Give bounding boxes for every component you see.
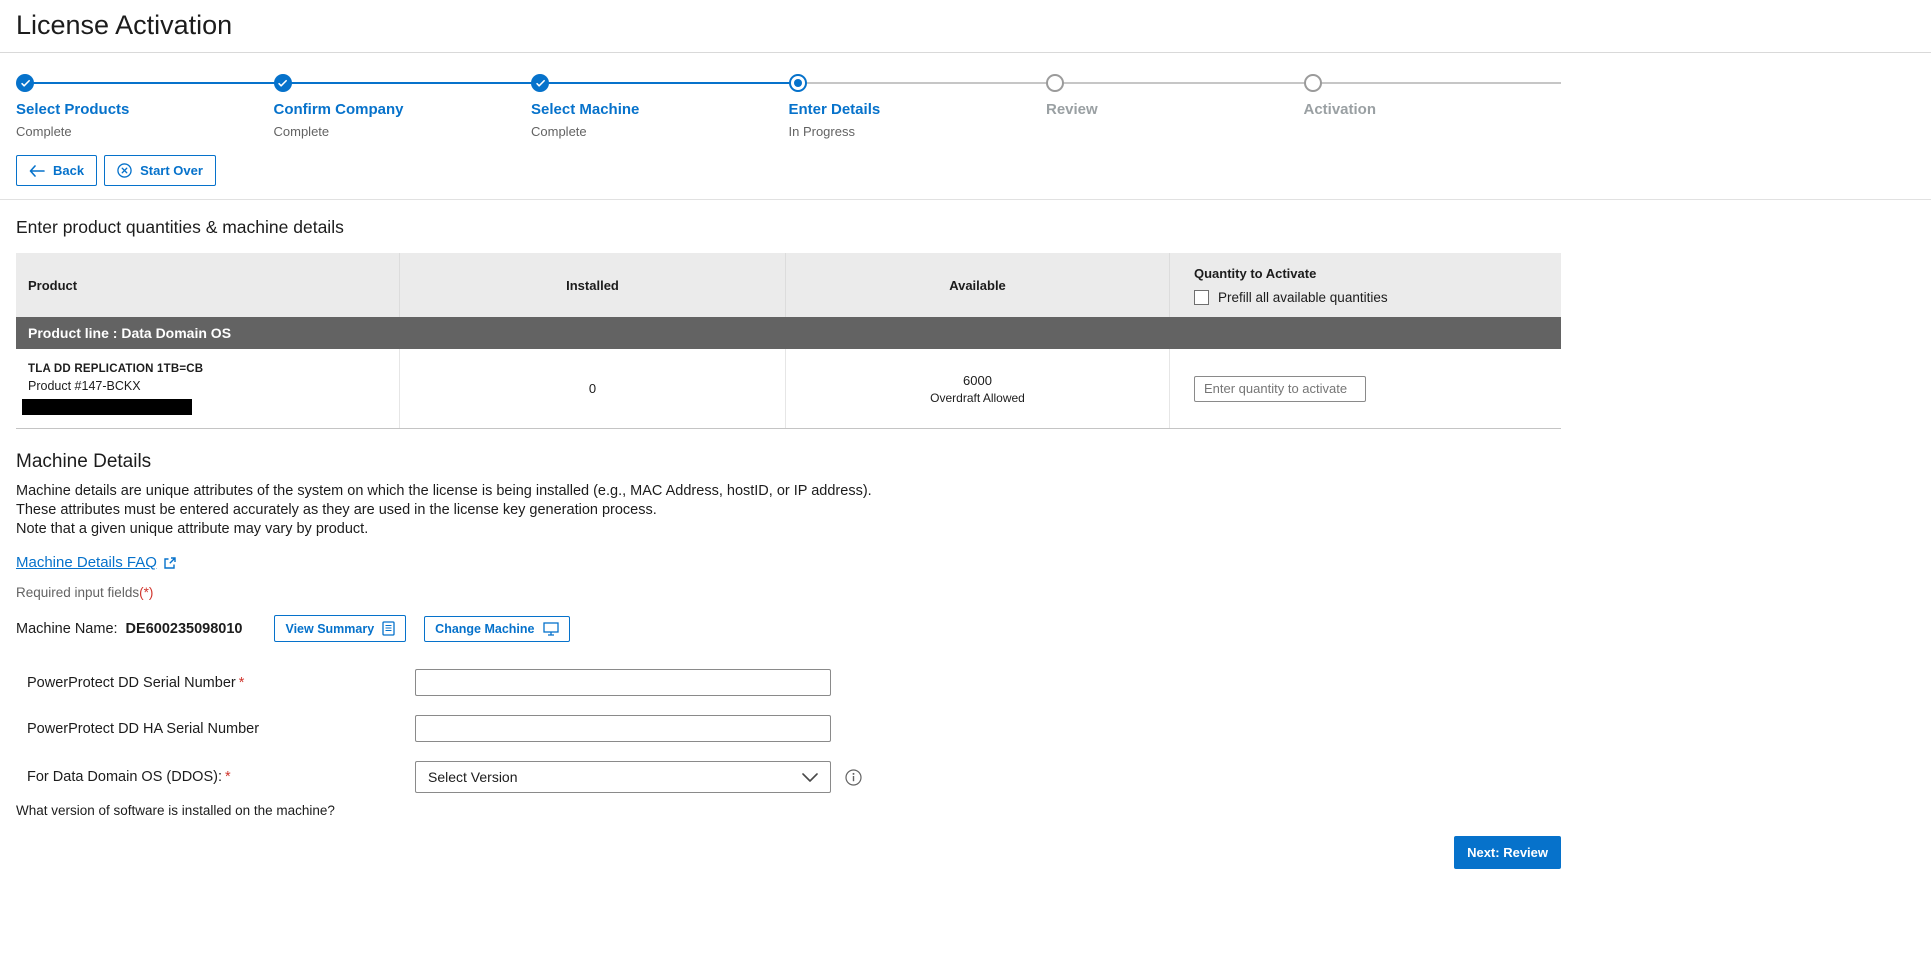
step-review: Review [1046, 74, 1304, 139]
main-panel: Enter product quantities & machine detai… [0, 199, 1931, 899]
step-upcoming-icon [1304, 74, 1322, 92]
toolbar: Back Start Over [16, 155, 1915, 186]
quantity-cell [1170, 349, 1561, 428]
step-current-icon [789, 74, 807, 92]
form-footer: Next: Review [16, 836, 1561, 869]
installed-cell: 0 [400, 349, 786, 428]
column-header-available: Available [786, 253, 1170, 317]
step-status: In Progress [789, 124, 1047, 139]
page-title: License Activation [16, 10, 1915, 41]
machine-details-description-2: These attributes must be entered accurat… [16, 501, 1561, 520]
step-select-products[interactable]: Select Products Complete [16, 74, 274, 139]
step-label: Select Machine [531, 101, 789, 118]
start-over-button[interactable]: Start Over [104, 155, 216, 186]
available-cell: 6000 Overdraft Allowed [786, 349, 1170, 428]
step-upcoming-icon [1046, 74, 1064, 92]
dd-serial-row: PowerProtect DD Serial Number* [16, 669, 1561, 696]
external-link-icon [163, 556, 177, 570]
dd-serial-label-text: PowerProtect DD Serial Number [27, 675, 236, 691]
product-line-group-row: Product line : Data Domain OS [16, 317, 1561, 349]
chevron-down-icon [802, 773, 818, 782]
step-label: Confirm Company [274, 101, 532, 118]
product-name: TLA DD REPLICATION 1TB=CB [28, 363, 203, 375]
next-review-button[interactable]: Next: Review [1454, 836, 1561, 869]
required-asterisk: * [239, 675, 245, 691]
back-button-label: Back [53, 163, 84, 178]
step-enter-details[interactable]: Enter Details In Progress [789, 74, 1047, 139]
quantities-section-heading: Enter product quantities & machine detai… [16, 217, 1915, 238]
machine-details-section: Machine Details Machine details are uniq… [16, 451, 1561, 869]
view-summary-button[interactable]: View Summary [274, 615, 406, 642]
faq-link-label: Machine Details FAQ [16, 554, 157, 571]
step-label: Activation [1304, 101, 1562, 118]
ddos-version-label: For Data Domain OS (DDOS):* [16, 769, 415, 785]
machine-details-heading: Machine Details [16, 451, 1561, 473]
prefill-label: Prefill all available quantities [1218, 290, 1388, 305]
machine-name-value: DE600235098010 [126, 621, 243, 637]
table-row: TLA DD REPLICATION 1TB=CB Product #147-B… [16, 349, 1561, 429]
required-asterisk: * [225, 769, 231, 785]
circle-x-icon [117, 163, 132, 178]
start-over-button-label: Start Over [140, 163, 203, 178]
ddos-version-select[interactable]: Select Version [415, 761, 831, 793]
ha-serial-label-text: PowerProtect DD HA Serial Number [27, 721, 259, 737]
required-note-text: Required input fields [16, 585, 139, 600]
column-header-quantity: Quantity to Activate Prefill all availab… [1170, 253, 1561, 317]
prefill-checkbox[interactable] [1194, 290, 1209, 305]
ha-serial-row: PowerProtect DD HA Serial Number [16, 715, 1561, 742]
step-activation: Activation [1304, 74, 1562, 139]
ddos-version-helper-text: What version of software is installed on… [16, 803, 1561, 818]
step-label: Select Products [16, 101, 274, 118]
ha-serial-input[interactable] [415, 715, 831, 742]
step-complete-check-icon [531, 74, 549, 92]
back-arrow-icon [29, 165, 45, 177]
overdraft-note: Overdraft Allowed [930, 391, 1025, 405]
quantity-column-title: Quantity to Activate [1194, 266, 1316, 281]
dd-serial-input[interactable] [415, 669, 831, 696]
machine-details-faq-link[interactable]: Machine Details FAQ [16, 554, 177, 571]
view-summary-button-label: View Summary [285, 622, 374, 636]
required-note-marker: (*) [139, 585, 153, 600]
ha-serial-label: PowerProtect DD HA Serial Number [16, 721, 415, 737]
step-select-machine[interactable]: Select Machine Complete [531, 74, 789, 139]
available-quantity: 6000 [963, 373, 992, 388]
page-header: License Activation [0, 0, 1931, 53]
machine-details-description-1: Machine details are unique attributes of… [16, 482, 1561, 501]
step-label: Enter Details [789, 101, 1047, 118]
product-number: Product #147-BCKX [28, 379, 141, 393]
progress-stepper: Select Products Complete Confirm Company… [16, 74, 1561, 139]
quantity-to-activate-input[interactable] [1194, 376, 1366, 402]
step-confirm-company[interactable]: Confirm Company Complete [274, 74, 532, 139]
column-header-installed: Installed [400, 253, 786, 317]
step-complete-check-icon [16, 74, 34, 92]
machine-details-description-3: Note that a given unique attribute may v… [16, 520, 1561, 539]
ddos-version-selected-value: Select Version [428, 769, 518, 785]
required-fields-note: Required input fields(*) [16, 585, 1561, 600]
step-label: Review [1046, 101, 1304, 118]
info-icon[interactable] [845, 769, 862, 786]
dd-serial-label: PowerProtect DD Serial Number* [16, 675, 415, 691]
ddos-version-label-text: For Data Domain OS (DDOS): [27, 769, 222, 785]
machine-name-row: Machine Name: DE600235098010 View Summar… [16, 615, 1561, 642]
back-button[interactable]: Back [16, 155, 97, 186]
step-status: Complete [531, 124, 789, 139]
step-status: Complete [274, 124, 532, 139]
product-table: Product Installed Available Quantity to … [16, 253, 1561, 429]
monitor-icon [543, 622, 559, 636]
product-cell: TLA DD REPLICATION 1TB=CB Product #147-B… [16, 349, 400, 428]
change-machine-button[interactable]: Change Machine [424, 616, 569, 642]
redacted-text-bar [22, 399, 192, 415]
step-complete-check-icon [274, 74, 292, 92]
product-table-header: Product Installed Available Quantity to … [16, 253, 1561, 317]
ddos-version-row: For Data Domain OS (DDOS):* Select Versi… [16, 761, 1561, 793]
machine-details-form: PowerProtect DD Serial Number* PowerProt… [16, 669, 1561, 818]
document-icon [382, 621, 395, 636]
step-status: Complete [16, 124, 274, 139]
prefill-option[interactable]: Prefill all available quantities [1194, 290, 1388, 305]
change-machine-button-label: Change Machine [435, 622, 534, 636]
column-header-product: Product [16, 253, 400, 317]
machine-name-label: Machine Name: [16, 621, 118, 637]
